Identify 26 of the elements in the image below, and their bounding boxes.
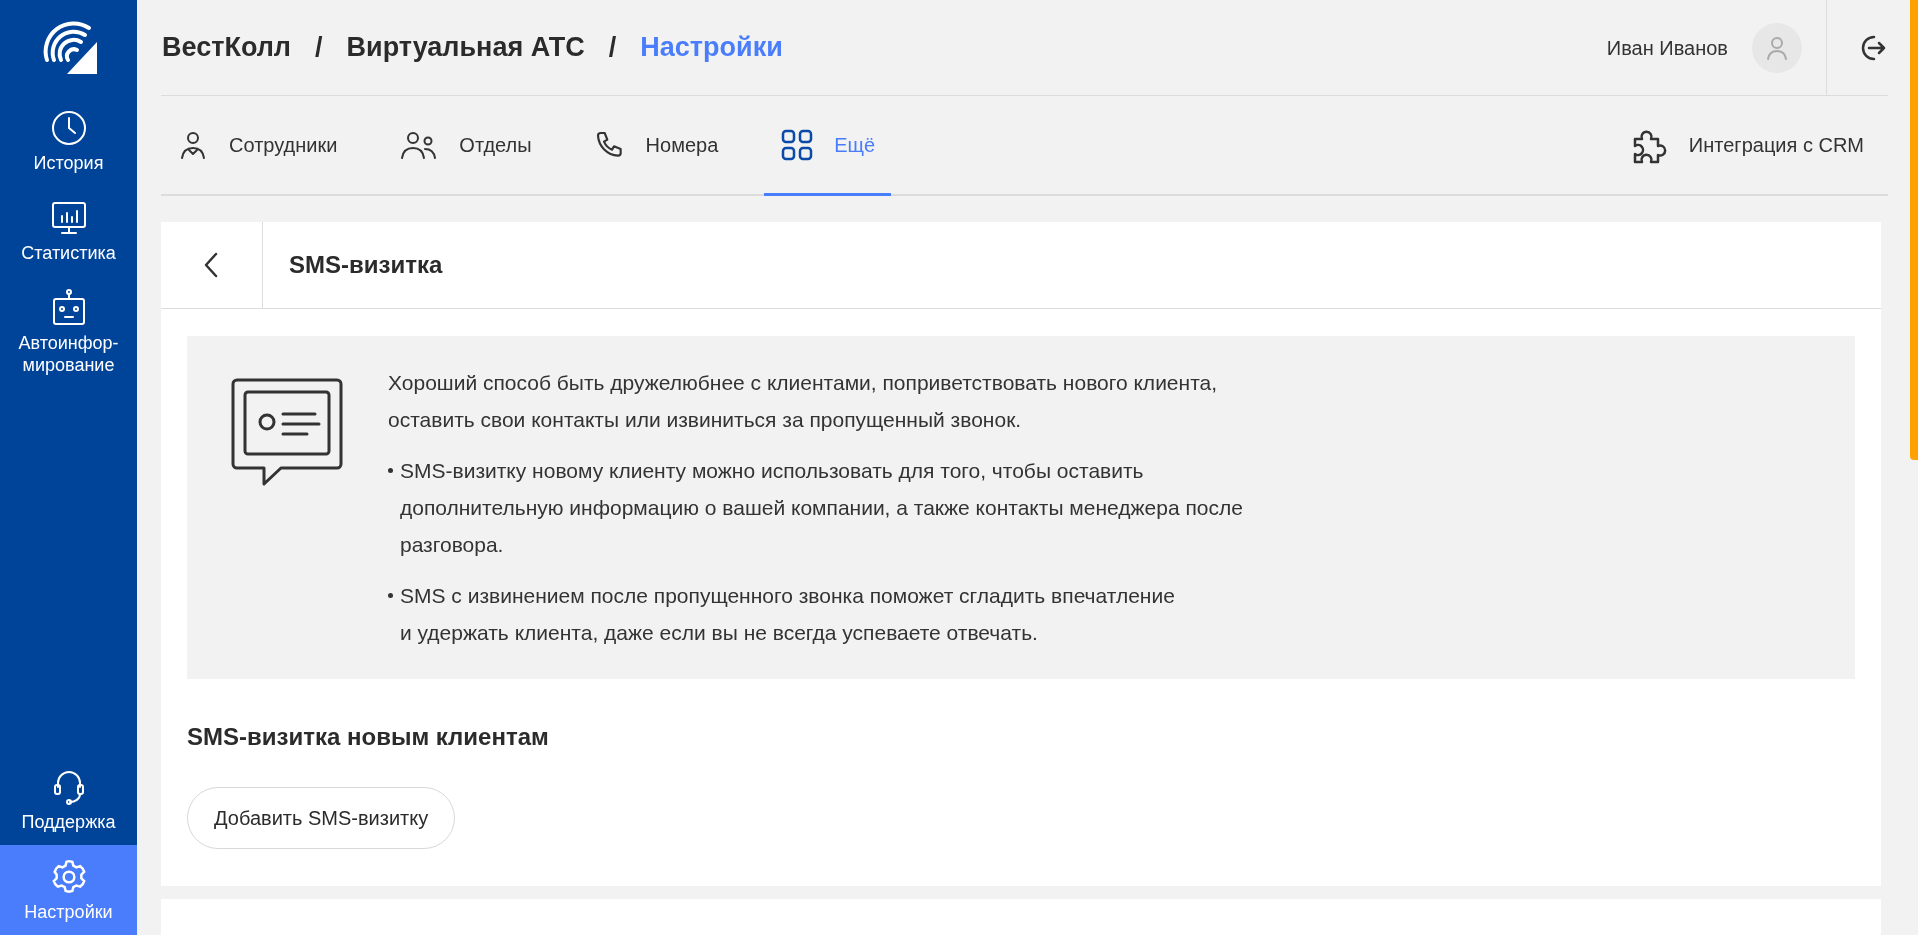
sidebar-item[interactable]: Поддержка — [0, 755, 137, 845]
breadcrumb-separator: / — [608, 31, 617, 65]
person-icon — [1764, 34, 1790, 61]
breadcrumb-separator: / — [315, 31, 323, 65]
user-name: Иван Иванов — [1606, 35, 1728, 61]
sidebar-item[interactable]: Настройки — [0, 845, 137, 935]
add-sms-card-button[interactable]: Добавить SMS-визитку — [187, 787, 456, 849]
nav-tab[interactable]: Сотрудники — [161, 96, 354, 196]
bullet-icon — [388, 468, 393, 473]
crm-integration-link[interactable]: Интеграция с CRM — [1628, 96, 1888, 194]
nav-tab[interactable]: Отделы — [383, 96, 548, 196]
nav-tab[interactable]: Номера — [577, 96, 735, 196]
info-bullet: SMS-визитку новому клиенту можно использовать для того, чтобы оставить дополнительную информацию о вашей компании, а также контакты менеджера после разговора. — [400, 458, 1243, 558]
avatar[interactable] — [1752, 22, 1802, 73]
sidebar-item[interactable]: Автоинфор- мирование — [0, 276, 137, 388]
breadcrumb-link[interactable]: Виртуальная АТС — [346, 27, 585, 68]
breadcrumb-link[interactable]: ВестКолл — [162, 27, 291, 68]
scrollbar[interactable] — [1910, 0, 1918, 460]
section-title: SMS-визитка новым клиентам — [187, 722, 550, 752]
sidebar-item[interactable]: Статистика — [0, 186, 137, 276]
bullet-icon — [388, 593, 393, 598]
sidebar-item[interactable]: История — [0, 96, 137, 186]
info-bullet: SMS с извинением после пропущенного звонка поможет сгладить впечатление и удержать клиента, даже если вы не всегда успеваете отвечать. — [400, 583, 1175, 646]
page-title: SMS-визитка — [289, 250, 443, 280]
info-intro: Хороший способ быть дружелюбнее с клиентами, поприветствовать нового клиента, оставить свои контакты или извиниться за пропущенный звонок. — [388, 370, 1219, 433]
grid-icon — [780, 127, 815, 162]
